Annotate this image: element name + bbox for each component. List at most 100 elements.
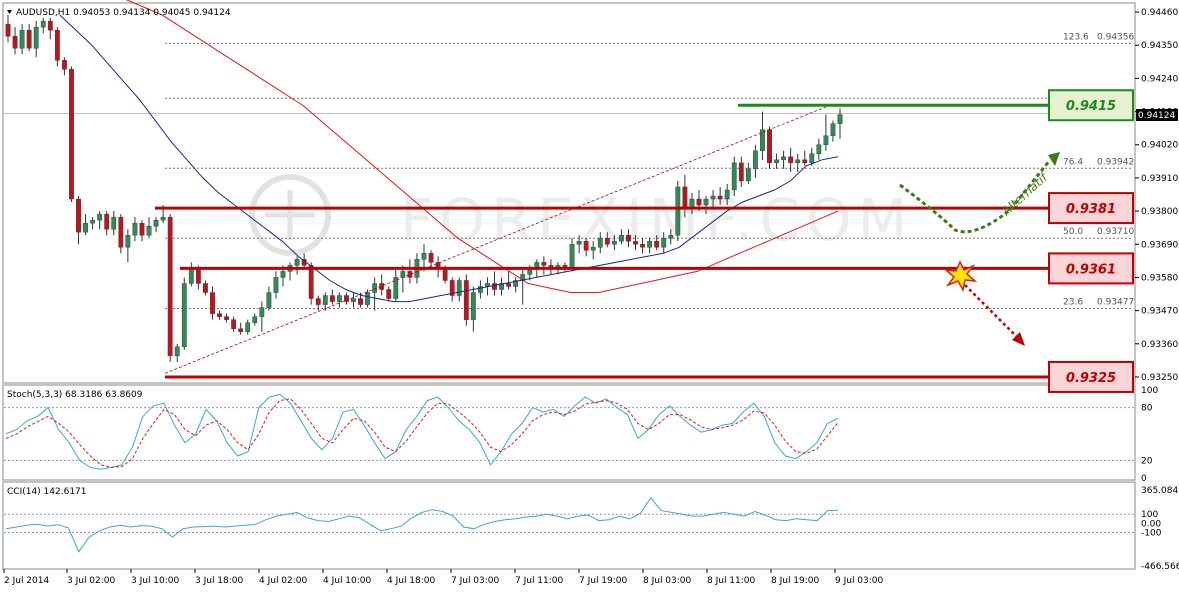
price-tick-label: 0.93800 — [1141, 207, 1178, 217]
price-tick-label: 0.94240 — [1141, 74, 1178, 84]
candle-body — [428, 253, 434, 263]
candle-body — [174, 346, 180, 357]
time-tick-label: 4 Jul 18:00 — [387, 576, 436, 586]
candle-body — [351, 298, 356, 302]
candle-body — [703, 198, 709, 206]
candle-body — [217, 313, 222, 317]
stoch-label: Stoch(5,3,3) 68.3186 63.8609 — [7, 390, 143, 400]
candle-body — [738, 162, 744, 182]
candle-body — [492, 283, 497, 290]
candle-body — [611, 241, 617, 245]
candle-body — [308, 265, 314, 299]
price-tick-label: 0.93690 — [1141, 240, 1178, 250]
cci-tick-label: -466.5664 — [1141, 562, 1179, 572]
candle-body — [668, 235, 674, 239]
candle-body — [5, 23, 11, 37]
time-tick-label: 3 Jul 02:00 — [67, 576, 116, 586]
candle-body — [188, 268, 194, 284]
fib-ratio-label: 76.4 — [1063, 157, 1083, 167]
level-label: 0.9361 — [1066, 262, 1116, 277]
candle-body — [12, 35, 18, 49]
candle-body — [470, 292, 476, 320]
time-tick-label: 7 Jul 11:00 — [515, 576, 564, 586]
candle-body — [456, 280, 462, 296]
candle-body — [682, 186, 688, 209]
stoch-tick-label: 100 — [1141, 386, 1158, 396]
candle-body — [245, 322, 251, 332]
fib-ratio-label: 23.6 — [1063, 298, 1083, 308]
current-price-label: 0.94124 — [1138, 111, 1175, 121]
candle-body — [569, 244, 575, 269]
candle-body — [386, 289, 392, 299]
cci-panel — [2, 481, 1136, 570]
candle-body — [273, 277, 279, 293]
candle-body — [583, 241, 589, 251]
candle-body — [69, 69, 74, 200]
time-tick-label: 4 Jul 10:00 — [323, 576, 372, 586]
candle-body — [774, 159, 779, 164]
candle-body — [421, 253, 427, 260]
candle-body — [576, 241, 582, 245]
candle-body — [675, 186, 681, 236]
candle-body — [604, 238, 610, 245]
candle-body — [294, 259, 300, 266]
candle-body — [97, 213, 103, 221]
candle-body — [506, 283, 512, 287]
stoch-tick-label: 0 — [1141, 474, 1147, 484]
candle-body — [752, 150, 758, 170]
candle-body — [252, 316, 258, 323]
fib-ratio-label: 50.0 — [1063, 227, 1083, 237]
candle-body — [203, 283, 208, 293]
candle-body — [76, 198, 81, 233]
candle-body — [210, 292, 215, 314]
candle-body — [717, 195, 723, 200]
cci-tick-label: 365.0849 — [1141, 486, 1179, 496]
candle-body — [407, 271, 413, 278]
candle-body — [442, 268, 448, 281]
candle-body — [259, 307, 265, 317]
candle-body — [809, 153, 815, 164]
candle-body — [167, 216, 173, 357]
time-tick-label: 7 Jul 03:00 — [451, 576, 500, 586]
candle-body — [19, 29, 25, 49]
price-tick-label: 0.93580 — [1141, 273, 1178, 283]
candle-body — [33, 26, 39, 49]
candle-body — [62, 60, 67, 70]
candle-body — [823, 135, 829, 145]
candle-body — [104, 213, 110, 230]
candle-body — [597, 238, 603, 248]
candle-body — [26, 29, 32, 49]
candle-body — [125, 235, 131, 248]
time-tick-label: 4 Jul 02:00 — [259, 576, 308, 586]
price-tick-label: 0.94460 — [1141, 8, 1178, 18]
time-tick-label: 8 Jul 03:00 — [643, 576, 692, 586]
time-tick-label: 9 Jul 03:00 — [835, 576, 884, 586]
price-tick-label: 0.93910 — [1141, 174, 1178, 184]
cci-tick-label: -100 — [1141, 529, 1162, 539]
candle-body — [322, 295, 328, 305]
candle-body — [767, 129, 772, 164]
candle-body — [280, 271, 286, 278]
level-label: 0.9381 — [1066, 202, 1116, 217]
stoch-tick-label: 20 — [1141, 456, 1153, 466]
time-tick-label: 7 Jul 19:00 — [579, 576, 628, 586]
price-tick-label: 0.93250 — [1141, 373, 1178, 383]
cci-label: CCI(14) 142.6171 — [7, 487, 87, 497]
candle-body — [731, 162, 737, 191]
candle-body — [837, 114, 843, 124]
candle-body — [541, 262, 547, 266]
candle-body — [661, 238, 667, 248]
candle-body — [111, 216, 117, 230]
candle-body — [266, 292, 272, 308]
candle-body — [802, 159, 808, 164]
candle-body — [47, 20, 53, 31]
candle-body — [153, 219, 159, 227]
candle-body — [710, 195, 716, 200]
candle-body — [463, 280, 469, 320]
candle-body — [83, 222, 88, 233]
candle-body — [358, 298, 363, 305]
candle-body — [40, 20, 46, 28]
time-tick-label: 8 Jul 19:00 — [771, 576, 820, 586]
candle-body — [238, 328, 244, 332]
candle-body — [619, 235, 624, 242]
